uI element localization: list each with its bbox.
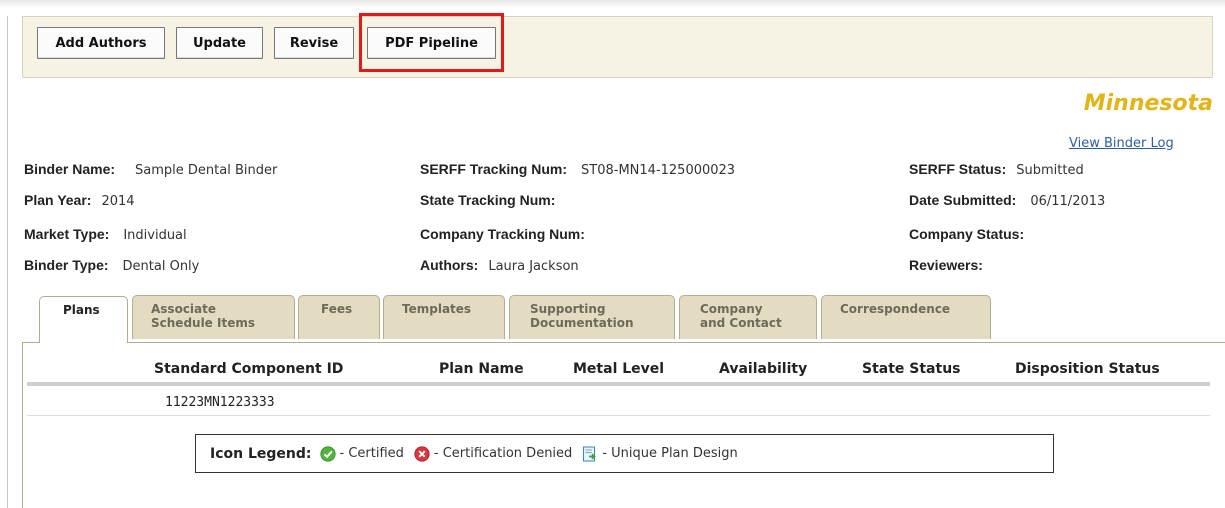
table-header-rule — [27, 382, 1210, 386]
tab-strip-border — [22, 342, 1225, 343]
reviewers-row: Reviewers: — [909, 257, 993, 274]
col-availability[interactable]: Availability — [719, 361, 807, 377]
table-row-rule — [27, 415, 1210, 416]
tab-templates[interactable]: Templates — [383, 295, 505, 339]
company-tracking-label: Company Tracking Num: — [420, 226, 585, 242]
market-type-label: Market Type: — [24, 226, 110, 242]
tab-supporting-line2: Documentation — [530, 316, 634, 330]
company-status-row: Company Status: — [909, 226, 1034, 243]
binder-type-row: Binder Type: Dental Only — [24, 257, 199, 274]
top-shadow — [0, 0, 1225, 8]
tab-company-line2: and Contact — [700, 316, 782, 330]
plan-year-label: Plan Year: — [24, 192, 92, 208]
legend-denied-text: - Certification Denied — [433, 446, 573, 461]
cell-standard-component-id[interactable]: 11223MN1223333 — [165, 395, 275, 410]
state-tracking-label: State Tracking Num: — [420, 192, 556, 208]
authors-value: Laura Jackson — [488, 259, 579, 274]
serff-tracking-label: SERFF Tracking Num: — [420, 161, 568, 177]
binder-type-label: Binder Type: — [24, 257, 109, 273]
col-standard-component-id[interactable]: Standard Component ID — [154, 361, 343, 377]
serff-tracking-row: SERFF Tracking Num: ST08-MN14-125000023 — [420, 161, 735, 178]
pdf-pipeline-highlight-box — [359, 13, 504, 72]
col-disposition-status[interactable]: Disposition Status — [1015, 361, 1160, 377]
tab-correspondence[interactable]: Correspondence — [821, 295, 991, 339]
col-state-status[interactable]: State Status — [862, 361, 961, 377]
certified-icon — [319, 445, 336, 462]
state-tracking-row: State Tracking Num: — [420, 192, 565, 209]
icon-legend: Icon Legend: - Certified - Certification… — [195, 434, 1054, 473]
legend-certified-text: - Certified — [339, 446, 404, 461]
col-plan-name[interactable]: Plan Name — [439, 361, 524, 377]
date-submitted-row: Date Submitted: 06/11/2013 — [909, 192, 1105, 209]
denied-icon — [414, 445, 430, 462]
tab-templates-label: Templates — [402, 302, 472, 316]
binder-type-value: Dental Only — [122, 259, 200, 274]
col-metal-level[interactable]: Metal Level — [573, 361, 664, 377]
tab-associate-schedule-items[interactable]: Associate Schedule Items — [132, 295, 295, 339]
content-left-border — [22, 342, 23, 508]
state-title: Minnesota — [1083, 91, 1213, 116]
binder-name-value: Sample Dental Binder — [135, 163, 278, 178]
plan-year-value: 2014 — [101, 194, 135, 209]
binder-name-row: Binder Name: Sample Dental Binder — [24, 161, 277, 178]
legend-unique-plan-text: - Unique Plan Design — [602, 446, 738, 461]
legend-title: Icon Legend: — [210, 445, 312, 462]
date-submitted-value: 06/11/2013 — [1030, 194, 1106, 209]
serff-status-row: SERFF Status: Submitted — [909, 161, 1084, 178]
tab-supporting-line1: Supporting — [530, 302, 606, 316]
page-left-border — [7, 16, 8, 508]
tab-fees-label: Fees — [321, 302, 353, 316]
reviewers-label: Reviewers: — [909, 257, 983, 273]
tab-correspondence-label: Correspondence — [840, 302, 951, 316]
update-button[interactable]: Update — [176, 27, 263, 59]
date-submitted-label: Date Submitted: — [909, 192, 1017, 208]
tab-company-line1: Company — [700, 302, 763, 316]
plan-year-row: Plan Year: 2014 — [24, 192, 135, 209]
tab-plans[interactable]: Plans — [39, 296, 128, 343]
revise-button[interactable]: Revise — [274, 27, 354, 59]
tab-associate-line1: Associate — [151, 302, 217, 316]
tab-associate-line2: Schedule Items — [151, 316, 255, 330]
action-toolbar: Add Authors Update Revise PDF Pipeline — [22, 13, 1213, 78]
add-authors-button[interactable]: Add Authors — [37, 27, 165, 59]
unique-plan-icon — [582, 446, 598, 462]
tab-supporting-documentation[interactable]: Supporting Documentation — [509, 295, 675, 339]
binder-name-label: Binder Name: — [24, 161, 116, 177]
tab-fees[interactable]: Fees — [298, 295, 380, 339]
serff-status-label: SERFF Status: — [909, 161, 1007, 177]
company-tracking-row: Company Tracking Num: — [420, 226, 595, 243]
market-type-row: Market Type: Individual — [24, 226, 187, 243]
serff-status-value: Submitted — [1016, 163, 1084, 178]
view-binder-log-link[interactable]: View Binder Log — [1069, 136, 1174, 151]
market-type-value: Individual — [123, 228, 187, 243]
authors-row: Authors: Laura Jackson — [420, 257, 579, 274]
company-status-label: Company Status: — [909, 226, 1025, 242]
authors-label: Authors: — [420, 257, 479, 273]
tab-company-and-contact[interactable]: Company and Contact — [679, 295, 817, 339]
serff-tracking-value: ST08-MN14-125000023 — [581, 163, 736, 178]
tab-plans-label: Plans — [63, 303, 100, 317]
